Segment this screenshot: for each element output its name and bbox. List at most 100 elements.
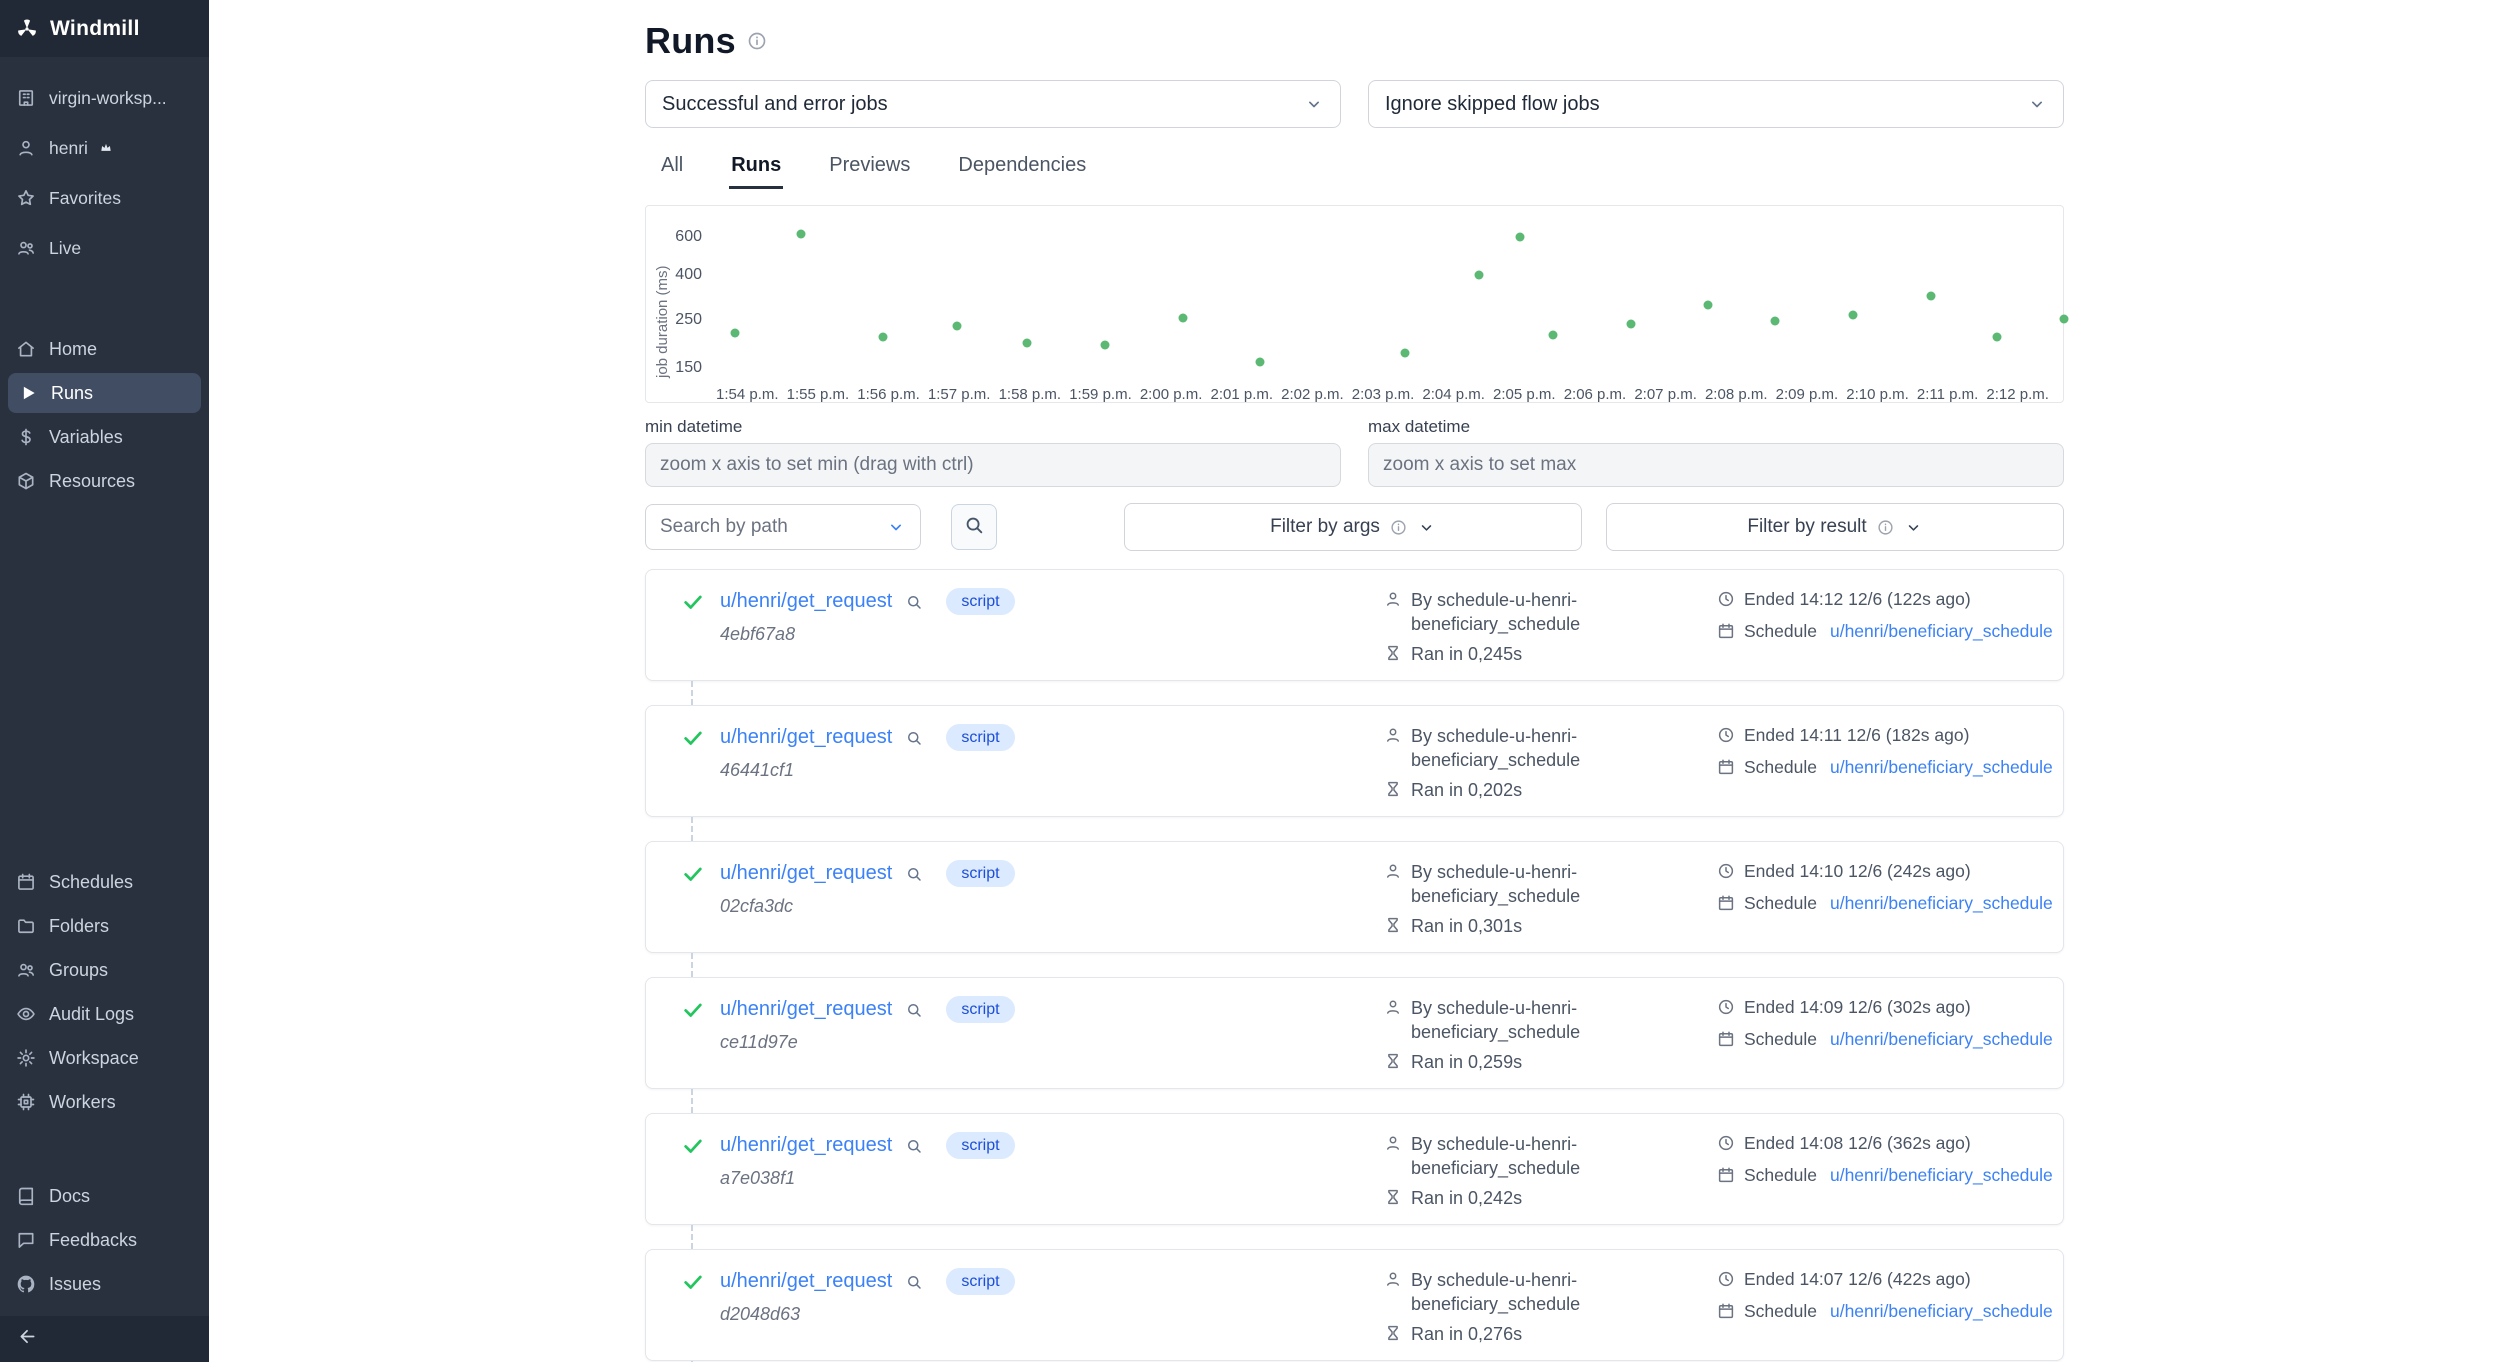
filter-by-args-button[interactable]: Filter by args xyxy=(1124,503,1582,551)
run-duration: Ran in 0,276s xyxy=(1411,1322,1522,1346)
run-id: 02cfa3dc xyxy=(720,896,1015,917)
chart-point xyxy=(878,333,887,342)
run-card[interactable]: u/henri/get_request script ce11d97e By s… xyxy=(645,977,2064,1089)
chart-point xyxy=(2059,315,2068,324)
max-datetime-input[interactable] xyxy=(1368,443,2064,487)
run-card[interactable]: u/henri/get_request script 02cfa3dc By s… xyxy=(645,841,2064,953)
schedule-label: Schedule xyxy=(1744,892,1817,915)
sidebar-item-resources[interactable]: Resources xyxy=(0,459,209,503)
run-duration: Ran in 0,259s xyxy=(1411,1050,1522,1074)
sidebar-item-audit-logs[interactable]: Audit Logs xyxy=(0,992,209,1036)
x-tick-label: 1:58 p.m. xyxy=(999,386,1062,403)
min-datetime-input[interactable] xyxy=(645,443,1341,487)
search-button[interactable] xyxy=(951,504,997,550)
sidebar-item-workers[interactable]: Workers xyxy=(0,1080,209,1124)
run-triggered-by: By schedule-u-henri-beneficiary_schedule xyxy=(1411,1132,1616,1180)
chart-plot[interactable] xyxy=(716,228,2049,378)
run-id: ce11d97e xyxy=(720,1032,1015,1053)
y-tick-label: 250 xyxy=(646,311,702,329)
schedule-link[interactable]: u/henri/beneficiary_schedule xyxy=(1830,1300,2053,1323)
search-icon xyxy=(963,514,985,541)
sidebar-item-variables[interactable]: Variables xyxy=(0,415,209,459)
sidebar-item-docs[interactable]: Docs xyxy=(0,1174,209,1218)
schedule-link[interactable]: u/henri/beneficiary_schedule xyxy=(1830,892,2053,915)
sidebar-collapse-button[interactable] xyxy=(0,1316,209,1362)
schedule-link[interactable]: u/henri/beneficiary_schedule xyxy=(1830,1028,2053,1051)
sidebar-item-folders[interactable]: Folders xyxy=(0,904,209,948)
run-path-link[interactable]: u/henri/get_request xyxy=(720,726,892,749)
x-tick-label: 1:56 p.m. xyxy=(857,386,920,403)
success-check-icon xyxy=(682,1271,704,1346)
sidebar-item-feedbacks[interactable]: Feedbacks xyxy=(0,1218,209,1262)
run-path-link[interactable]: u/henri/get_request xyxy=(720,862,892,885)
sidebar-item-runs[interactable]: Runs xyxy=(8,373,201,413)
sidebar-item-virgin-worksp[interactable]: virgin-worksp... xyxy=(0,73,209,123)
sidebar-item-issues[interactable]: Issues xyxy=(0,1262,209,1306)
run-path-link[interactable]: u/henri/get_request xyxy=(720,1134,892,1157)
windmill-logo-icon xyxy=(15,17,39,41)
tab-runs[interactable]: Runs xyxy=(729,150,783,189)
arrow-left-icon xyxy=(17,1326,38,1352)
chart-point xyxy=(1256,357,1265,366)
x-tick-label: 2:12 p.m. xyxy=(1986,386,2049,403)
chart-point xyxy=(1400,348,1409,357)
home-icon xyxy=(16,339,36,359)
filter-by-args-label: Filter by args xyxy=(1270,516,1380,538)
sidebar-item-workspace[interactable]: Workspace xyxy=(0,1036,209,1080)
run-path-link[interactable]: u/henri/get_request xyxy=(720,998,892,1021)
run-duration: Ran in 0,301s xyxy=(1411,914,1522,938)
max-datetime-label: max datetime xyxy=(1368,417,2064,437)
sidebar-item-groups[interactable]: Groups xyxy=(0,948,209,992)
run-card[interactable]: u/henri/get_request script 46441cf1 By s… xyxy=(645,705,2064,817)
run-ended-time: Ended 14:09 12/6 (302s ago) xyxy=(1744,996,1971,1019)
chart-point xyxy=(1178,313,1187,322)
dollar-icon xyxy=(16,427,36,447)
sidebar-item-favorites[interactable]: Favorites xyxy=(0,173,209,223)
run-triggered-by: By schedule-u-henri-beneficiary_schedule xyxy=(1411,860,1616,908)
app-logo[interactable]: Windmill xyxy=(0,0,209,57)
chart-point xyxy=(952,321,961,330)
schedule-link[interactable]: u/henri/beneficiary_schedule xyxy=(1830,1164,2053,1187)
job-kind-badge: script xyxy=(946,860,1014,887)
flow-jobs-value: Ignore skipped flow jobs xyxy=(1385,93,1600,116)
inspect-search-icon[interactable] xyxy=(905,1137,923,1155)
sidebar-item-live[interactable]: Live xyxy=(0,223,209,273)
sidebar-item-henri[interactable]: henri xyxy=(0,123,209,173)
search-by-path-select[interactable]: Search by path xyxy=(645,504,921,550)
filter-by-result-button[interactable]: Filter by result xyxy=(1606,503,2064,551)
run-card[interactable]: u/henri/get_request script a7e038f1 By s… xyxy=(645,1113,2064,1225)
y-tick-label: 600 xyxy=(646,228,702,246)
sidebar-meta-group: Docs Feedbacks Issues xyxy=(0,1174,209,1306)
inspect-search-icon[interactable] xyxy=(905,1001,923,1019)
sidebar-top-group: virgin-worksp... henri Favorites Live xyxy=(0,73,209,273)
sidebar-nav-group: Home Runs Variables Resources xyxy=(0,327,209,503)
run-path-link[interactable]: u/henri/get_request xyxy=(720,1270,892,1293)
chart-x-ticks: 1:54 p.m.1:55 p.m.1:56 p.m.1:57 p.m.1:58… xyxy=(716,386,2049,403)
tab-all[interactable]: All xyxy=(659,150,685,189)
inspect-search-icon[interactable] xyxy=(905,1273,923,1291)
sidebar-item-schedules[interactable]: Schedules xyxy=(0,860,209,904)
run-duration: Ran in 0,245s xyxy=(1411,642,1522,666)
tab-previews[interactable]: Previews xyxy=(827,150,912,189)
schedule-link[interactable]: u/henri/beneficiary_schedule xyxy=(1830,620,2053,643)
flow-jobs-select[interactable]: Ignore skipped flow jobs xyxy=(1368,80,2064,128)
sidebar-item-home[interactable]: Home xyxy=(0,327,209,371)
inspect-search-icon[interactable] xyxy=(905,593,923,611)
chart-point xyxy=(1626,320,1635,329)
job-kind-badge: script xyxy=(946,724,1014,751)
schedule-link[interactable]: u/henri/beneficiary_schedule xyxy=(1830,756,2053,779)
job-status-select[interactable]: Successful and error jobs xyxy=(645,80,1341,128)
hourglass-icon xyxy=(1384,1052,1402,1074)
inspect-search-icon[interactable] xyxy=(905,865,923,883)
chart-point xyxy=(1548,331,1557,340)
x-tick-label: 1:57 p.m. xyxy=(928,386,991,403)
x-tick-label: 2:03 p.m. xyxy=(1352,386,1415,403)
run-card[interactable]: u/henri/get_request script 4ebf67a8 By s… xyxy=(645,569,2064,681)
tab-dependencies[interactable]: Dependencies xyxy=(956,150,1088,189)
calendar-icon xyxy=(1717,1030,1735,1048)
run-path-link[interactable]: u/henri/get_request xyxy=(720,590,892,613)
inspect-search-icon[interactable] xyxy=(905,729,923,747)
duration-chart[interactable]: job duration (ms) 600400250150 1:54 p.m.… xyxy=(645,205,2064,403)
gear-icon xyxy=(16,1048,36,1068)
run-card[interactable]: u/henri/get_request script d2048d63 By s… xyxy=(645,1249,2064,1361)
